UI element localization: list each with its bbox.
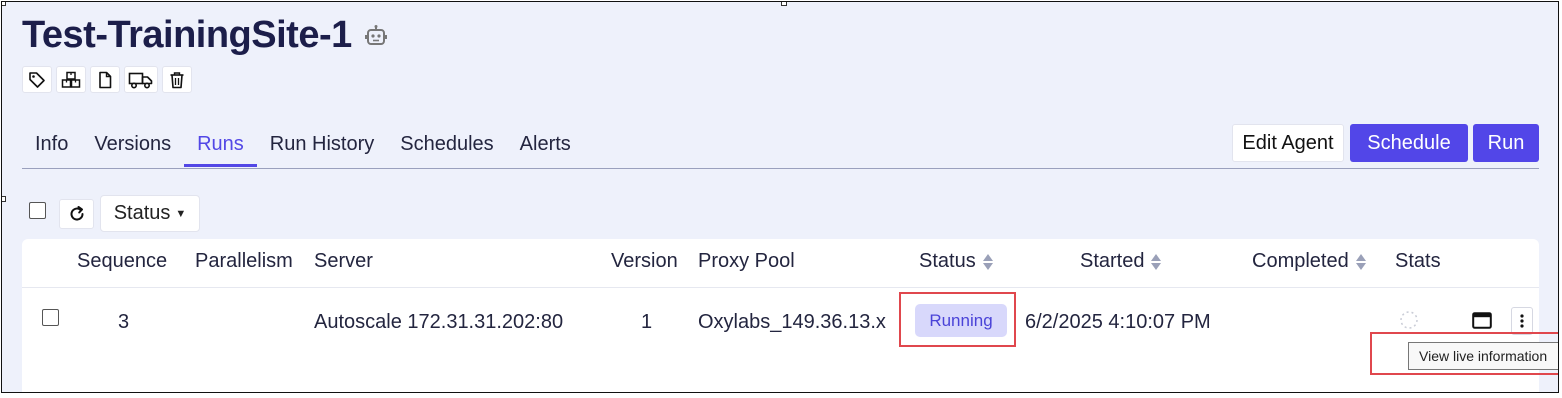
column-header-status-label: Status (919, 250, 976, 272)
tab-schedules[interactable]: Schedules (387, 127, 506, 167)
selection-handle (781, 2, 787, 6)
cell-sequence: 3 (118, 311, 130, 333)
deploy-button[interactable] (124, 66, 158, 93)
sort-icon (1151, 253, 1162, 271)
column-header-started-label: Started (1080, 250, 1145, 272)
tab-run-history[interactable]: Run History (257, 127, 387, 167)
tag-button[interactable] (22, 66, 52, 93)
run-button[interactable]: Run (1473, 124, 1539, 162)
more-vertical-icon (1520, 314, 1524, 328)
column-header-server: Server (314, 250, 373, 272)
agent-header: Test-TrainingSite-1 (22, 14, 388, 57)
file-icon (99, 71, 112, 88)
loading-spinner-icon (1400, 311, 1418, 329)
cell-server: Autoscale 172.31.31.202:80 (314, 311, 564, 333)
tab-runs[interactable]: Runs (184, 127, 257, 167)
runs-table: Sequence Parallelism Server Version Prox… (22, 239, 1539, 392)
view-live-button[interactable] (1469, 307, 1495, 333)
app-frame: Test-TrainingSite-1 Info Versions Runs R… (1, 1, 1559, 393)
delete-button[interactable] (162, 66, 192, 93)
tag-icon (29, 71, 45, 88)
column-header-version: Version (611, 250, 678, 272)
page-title: Test-TrainingSite-1 (22, 14, 352, 56)
column-header-stats: Stats (1395, 250, 1441, 272)
schedule-button[interactable]: Schedule (1350, 124, 1468, 162)
selection-handle (2, 2, 6, 6)
cell-proxy-pool: Oxylabs_149.36.13.x (698, 311, 886, 333)
column-header-sequence: Sequence (77, 250, 168, 272)
caret-down-icon: ▼ (175, 207, 187, 220)
status-filter-label: Status (113, 202, 171, 224)
select-all-checkbox[interactable] (29, 202, 46, 219)
status-filter-dropdown[interactable]: Status ▼ (100, 195, 200, 232)
refresh-icon (70, 206, 84, 221)
column-header-proxy-pool: Proxy Pool (698, 250, 795, 272)
header-divider (22, 287, 1539, 288)
row-checkbox[interactable] (42, 309, 59, 326)
boxes-button[interactable] (56, 66, 86, 93)
column-header-parallelism: Parallelism (195, 250, 293, 272)
selection-handle (2, 196, 6, 202)
file-button[interactable] (90, 66, 120, 93)
trash-icon (170, 71, 184, 88)
column-header-started[interactable]: Started (1080, 250, 1162, 273)
highlight-box-status (899, 292, 1016, 347)
tab-versions[interactable]: Versions (81, 127, 184, 167)
highlight-box-tooltip (1370, 332, 1558, 375)
cell-started: 6/2/2025 4:10:07 PM (1025, 311, 1211, 333)
cell-version: 1 (641, 311, 653, 333)
agent-icon-toolbar (22, 66, 192, 93)
tabs-divider (22, 168, 1539, 169)
boxes-icon (61, 71, 81, 88)
truck-icon (128, 72, 153, 89)
column-header-completed[interactable]: Completed (1252, 250, 1367, 273)
tab-info[interactable]: Info (22, 127, 81, 167)
sort-icon (1355, 253, 1367, 271)
tab-alerts[interactable]: Alerts (507, 127, 584, 167)
sort-icon (982, 253, 994, 271)
robot-icon (364, 24, 387, 45)
row-menu-button[interactable] (1511, 307, 1533, 335)
agent-tabs: Info Versions Runs Run History Schedules… (22, 127, 584, 167)
refresh-button[interactable] (59, 199, 94, 229)
column-header-completed-label: Completed (1252, 250, 1349, 272)
edit-agent-button[interactable]: Edit Agent (1232, 124, 1344, 162)
window-icon (1472, 311, 1492, 329)
column-header-status[interactable]: Status (919, 250, 994, 273)
